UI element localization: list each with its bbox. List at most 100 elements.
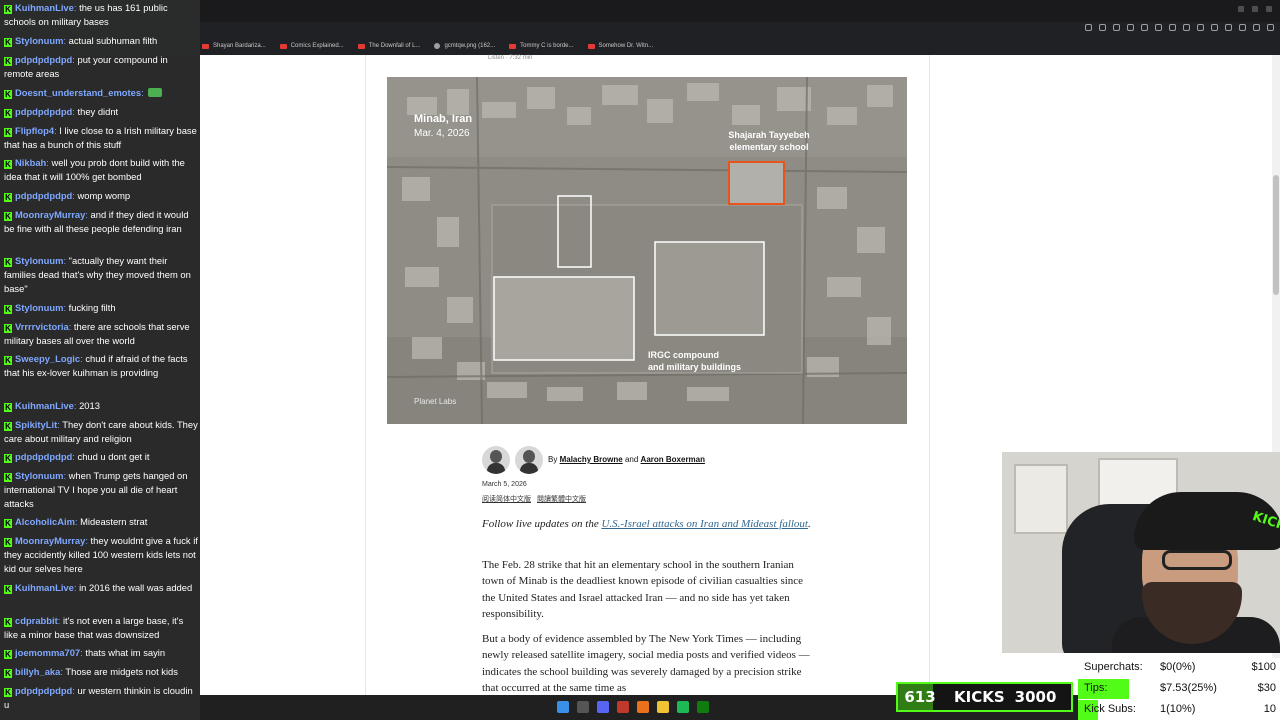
chat-username[interactable]: cdprabbit [15, 615, 58, 626]
extension-toolbar [1085, 24, 1274, 31]
chat-username[interactable]: Stylonuum [15, 35, 63, 46]
chat-username[interactable]: joemomma707 [15, 647, 80, 658]
chat-username[interactable]: billyh_aka [15, 666, 60, 677]
sound-icon[interactable] [1197, 24, 1204, 31]
start-icon[interactable] [557, 701, 569, 713]
chat-text: chud u dont get it [77, 451, 150, 462]
extension-icon[interactable] [1127, 24, 1134, 31]
bookmark-star-icon[interactable] [1169, 24, 1176, 31]
extension-icon[interactable] [1211, 24, 1218, 31]
kick-badge-icon: K [4, 109, 12, 118]
kick-badge-icon: K [4, 688, 12, 697]
window-controls[interactable] [1238, 6, 1272, 12]
minimize-icon[interactable] [1238, 6, 1244, 12]
xbox-icon[interactable] [697, 701, 709, 713]
chat-username[interactable]: Stylonuum [15, 470, 63, 481]
extension-icon[interactable] [1113, 24, 1120, 31]
chat-username[interactable]: AlcoholicAim [15, 516, 75, 527]
bookmark-item[interactable]: Comics Explained... [279, 43, 344, 49]
chat-message: K Nikbah: well you prob dont build with t… [4, 156, 198, 184]
chat-username[interactable]: KuihmanLive [15, 400, 74, 411]
chat-message: K SpikityLit: They don't care about kids.… [4, 418, 198, 446]
search-icon[interactable] [577, 701, 589, 713]
chat-message: Kcdprabbit: it's not even a large base, … [4, 614, 198, 642]
chat-text: Those are midgets not kids [65, 666, 178, 677]
youtube-icon [587, 43, 595, 49]
chat-username[interactable]: Doesnt_understand_emotes [15, 87, 141, 98]
stat-value: $0(0%) [1160, 661, 1196, 673]
menu-icon[interactable] [1267, 24, 1274, 31]
kick-badge-icon: K [4, 193, 12, 202]
chat-text: fucking filth [68, 302, 116, 313]
spotify-icon[interactable] [677, 701, 689, 713]
streamer-glasses [1162, 550, 1232, 570]
close-icon[interactable] [1266, 6, 1272, 12]
browser-icon[interactable] [637, 701, 649, 713]
bookmark-item[interactable]: Tommy C is borde... [509, 43, 574, 49]
chat-text: they didnt [77, 106, 119, 117]
extension-icon[interactable] [1183, 24, 1190, 31]
chat-username[interactable]: pdpdpdpdpd [15, 685, 72, 696]
chat-message: Kpdpdpdpdpd: womp womp [4, 189, 198, 203]
extension-icon[interactable] [1225, 24, 1232, 31]
author-link[interactable]: Malachy Browne [560, 455, 623, 464]
taskbar-icons [557, 701, 709, 713]
chat-username[interactable]: pdpdpdpdpd [15, 106, 72, 117]
live-updates-suffix: . [808, 518, 811, 530]
bookmark-item[interactable]: Shayan Bardariza... [202, 43, 266, 49]
chat-username[interactable]: MoonrayMurray [15, 535, 85, 546]
profile-icon[interactable] [1253, 24, 1260, 31]
author-avatar[interactable] [515, 446, 543, 474]
stat-name: Superchats: [1084, 661, 1143, 673]
chat-username[interactable]: Vrrrrvictoria [15, 321, 69, 332]
chat-username[interactable]: MoonrayMurray [15, 209, 85, 220]
discord-icon[interactable] [597, 701, 609, 713]
chat-message: K Stylonuum: "actually they want their fa… [4, 254, 198, 296]
author-link[interactable]: Aaron Boxerman [641, 455, 705, 464]
chat-username[interactable]: SpikityLit [15, 419, 57, 430]
chat-username[interactable]: Stylonuum [15, 255, 63, 266]
extension-icon[interactable] [1099, 24, 1106, 31]
file-explorer-icon[interactable] [657, 701, 669, 713]
stat-goal: 10 [1263, 703, 1276, 715]
download-icon[interactable] [1239, 24, 1246, 31]
chat-message: K Vrrrrvictoria: there are schools that s… [4, 320, 198, 348]
irgc-label-line2: and military buildings [648, 362, 742, 372]
chat-username[interactable]: pdpdpdpdpd [15, 54, 72, 65]
chat-username[interactable]: Sweepy_Logic [15, 353, 80, 364]
kick-badge-icon: K [4, 5, 12, 14]
chat-message: K KuihmanLive: 2013 [4, 399, 198, 413]
scrollbar-thumb[interactable] [1273, 175, 1279, 295]
tab-strip[interactable] [200, 0, 1280, 22]
chat-text: 2013 [79, 400, 100, 411]
kicks-counter: 613 KICKS 3000 [896, 682, 1073, 712]
kick-badge-icon: K [4, 538, 12, 547]
bookmark-item[interactable]: Somehow Dr. Witn... [587, 43, 653, 49]
zoom-icon[interactable] [1085, 24, 1092, 31]
traditional-chinese-link[interactable]: 閱讀繁體中文版 [537, 494, 586, 504]
stat-row: Superchats: $0(0%) $100 [1078, 658, 1280, 678]
chat-username[interactable]: pdpdpdpdpd [15, 451, 72, 462]
chat-username[interactable]: Nikbah [15, 157, 46, 168]
image-icon [434, 43, 441, 49]
bookmark-item[interactable]: gcmtqw.png (162... [434, 43, 495, 49]
extension-icon[interactable] [1141, 24, 1148, 31]
article-paragraph: The Feb. 28 strike that hit an elementar… [482, 559, 804, 621]
simplified-chinese-link[interactable]: 阅读简体中文版 [482, 494, 531, 504]
chat-username[interactable]: Flipflop4 [15, 125, 54, 136]
app-icon[interactable] [617, 701, 629, 713]
maximize-icon[interactable] [1252, 6, 1258, 12]
figure-location: Minab, Iran [414, 113, 473, 125]
chat-username[interactable]: pdpdpdpdpd [15, 190, 72, 201]
live-updates-link[interactable]: U.S.-Israel attacks on Iran and Mideast … [601, 518, 808, 530]
chat-message: K Doesnt_understand_emotes: [4, 86, 198, 100]
listen-button[interactable]: Listen · 7:32 min [488, 55, 532, 61]
chat-username[interactable]: KuihmanLive [15, 2, 74, 13]
extension-icon[interactable] [1155, 24, 1162, 31]
donation-stats: Superchats: $0(0%) $100 Tips: $7.53(25%) $30 K… [1078, 658, 1280, 720]
bookmark-item[interactable]: The Downfall of L... [357, 43, 420, 49]
live-updates-paragraph: Follow live updates on the U.S.-Israel a… [482, 516, 812, 532]
author-avatar[interactable] [482, 446, 510, 474]
chat-username[interactable]: KuihmanLive [15, 582, 74, 593]
chat-username[interactable]: Stylonuum [15, 302, 63, 313]
